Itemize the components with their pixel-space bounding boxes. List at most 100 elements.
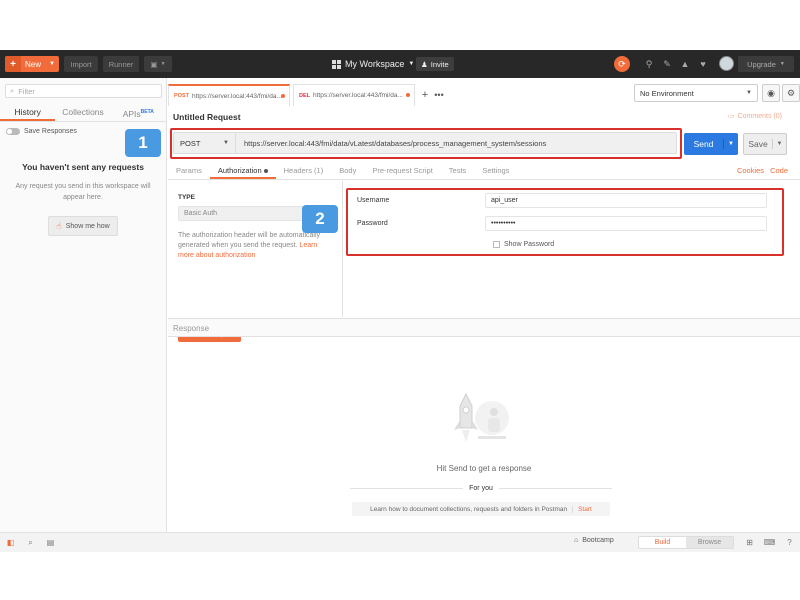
- status-bar: ◧ ⌕ ▤ ⌂ Bootcamp Build Browse ⊞ ⌨ ?: [0, 532, 800, 552]
- invite-button[interactable]: ♟ Invite: [416, 57, 454, 71]
- environment-select[interactable]: No Environment ▼: [634, 84, 758, 102]
- main-panel: POST https://server.local:443/fmi/da... …: [168, 78, 800, 532]
- more-tabs-icon[interactable]: •••: [432, 84, 446, 106]
- toggle-switch[interactable]: [6, 128, 20, 135]
- add-tab-icon[interactable]: +: [418, 84, 432, 106]
- show-me-how-button[interactable]: ☝ Show me how: [48, 216, 118, 236]
- top-header: + New ▼ Import Runner ▣ ▼ My Workspace ▼ …: [0, 50, 800, 78]
- user-plus-icon: ♟: [421, 59, 428, 69]
- tab-pre-request-script[interactable]: Pre-request Script: [364, 164, 440, 179]
- tab-apis[interactable]: APIsBETA: [111, 104, 166, 121]
- start-link[interactable]: Start: [572, 505, 592, 513]
- tab-history-label: History: [14, 107, 41, 117]
- tab-history[interactable]: History: [0, 104, 56, 121]
- keyboard-icon[interactable]: ⌨: [764, 537, 776, 548]
- workspace-switcher[interactable]: My Workspace ▼: [332, 57, 414, 71]
- search-icon: ⌕: [10, 86, 15, 95]
- tab-settings[interactable]: Settings: [474, 164, 517, 179]
- save-responses-toggle[interactable]: Save Responses: [6, 128, 77, 135]
- sidebar-tabs: History Collections APIsBETA: [0, 104, 166, 122]
- runner-button[interactable]: Runner: [103, 56, 139, 72]
- heart-icon[interactable]: ♥: [697, 57, 709, 71]
- hit-send-message: Hit Send to get a response: [436, 464, 532, 473]
- tab-params[interactable]: Params: [168, 164, 210, 179]
- new-window-button[interactable]: ▣ ▼: [144, 56, 172, 72]
- browse-mode-button[interactable]: Browse: [686, 537, 733, 548]
- tab-tests[interactable]: Tests: [441, 164, 475, 179]
- send-label: Send: [684, 139, 724, 149]
- comment-icon: ▭: [728, 113, 735, 120]
- chevron-down-icon: ▼: [160, 61, 166, 67]
- upgrade-label: Upgrade: [747, 59, 776, 69]
- chevron-down-icon[interactable]: ▼: [724, 141, 738, 147]
- chevron-down-icon[interactable]: ▼: [773, 141, 786, 147]
- upgrade-button[interactable]: Upgrade ▼: [738, 56, 794, 72]
- help-icon[interactable]: ?: [784, 537, 795, 548]
- tab-authorization-label: Authorization: [217, 166, 262, 175]
- build-mode-button[interactable]: Build: [639, 537, 686, 548]
- new-button[interactable]: + New ▼: [5, 56, 59, 72]
- new-button-label: New: [25, 59, 42, 69]
- tab-collections-label: Collections: [62, 107, 104, 117]
- bootcamp-button[interactable]: ⌂ Bootcamp: [574, 537, 614, 544]
- tab-method: POST: [174, 93, 189, 99]
- window-icon: ▣: [150, 59, 158, 69]
- tab-body-label: Body: [339, 166, 357, 175]
- auth-type-label: TYPE: [178, 194, 195, 201]
- beta-badge: BETA: [140, 109, 154, 115]
- tab-apis-label: APIs: [122, 108, 141, 119]
- chevron-down-icon[interactable]: ▼: [49, 61, 55, 67]
- request-subtabs: Params Authorization Headers (1) Body Pr…: [168, 164, 800, 180]
- for-you-divider: For you: [350, 482, 613, 494]
- tab-body[interactable]: Body: [331, 164, 364, 179]
- comments-button[interactable]: ▭ Comments (0): [728, 112, 782, 121]
- satellite-icon[interactable]: ⚲: [643, 57, 655, 71]
- save-button[interactable]: Save ▼: [743, 133, 787, 155]
- rocket-illustration-icon: [454, 392, 509, 442]
- invite-label: Invite: [430, 59, 449, 69]
- build-browse-switch: Build Browse: [638, 536, 734, 549]
- code-link[interactable]: Code: [770, 166, 788, 175]
- filter-input[interactable]: ⌕ Filter: [5, 84, 162, 98]
- avatar[interactable]: [719, 56, 734, 71]
- chevron-down-icon: ▼: [408, 61, 415, 67]
- import-button-label: Import: [70, 59, 92, 69]
- tab-authorization[interactable]: Authorization: [209, 164, 276, 179]
- request-tab-post[interactable]: POST https://server.local:443/fmi/da...: [168, 84, 290, 106]
- search-icon[interactable]: ⌕: [25, 537, 36, 548]
- show-me-how-label: Show me how: [65, 222, 110, 230]
- unsaved-dot-icon: [406, 93, 410, 97]
- sync-icon[interactable]: ⟳: [614, 56, 630, 72]
- tab-url: https://server.local:443/fmi/da...: [313, 92, 403, 99]
- empty-history-title: You haven't sent any requests: [22, 162, 144, 172]
- workspace-label: My Workspace: [345, 59, 405, 69]
- cookies-link[interactable]: Cookies: [737, 166, 764, 175]
- comments-label: Comments (0): [737, 112, 782, 120]
- send-button[interactable]: Send ▼: [684, 133, 738, 155]
- highlight-box-1: [170, 128, 682, 159]
- tab-url: https://server.local:443/fmi/da...: [191, 92, 282, 100]
- learn-card: Learn how to document collections, reque…: [352, 502, 610, 516]
- save-responses-label: Save Responses: [24, 128, 77, 135]
- wrench-icon[interactable]: ✎: [661, 57, 673, 71]
- tab-collections[interactable]: Collections: [55, 104, 110, 121]
- pointer-hand-icon: ☝: [56, 220, 62, 231]
- sub-links: Cookies Code: [737, 166, 788, 175]
- tab-settings-label: Settings: [482, 166, 510, 175]
- runner-button-label: Runner: [108, 59, 134, 69]
- console-icon[interactable]: ▤: [45, 537, 56, 548]
- tab-headers-label: Headers (1): [283, 166, 324, 175]
- sidebar-toggle-icon[interactable]: ◧: [5, 537, 16, 548]
- two-pane-icon[interactable]: ⊞: [744, 537, 755, 548]
- environment-value: No Environment: [640, 88, 694, 98]
- auth-type-panel: TYPE Basic Auth The authorization header…: [168, 181, 343, 317]
- eye-icon[interactable]: ◉: [762, 84, 780, 102]
- chevron-down-icon: ▼: [779, 61, 785, 67]
- import-button[interactable]: Import: [64, 56, 98, 72]
- tab-headers[interactable]: Headers (1): [276, 164, 332, 179]
- response-header: Response: [168, 318, 800, 337]
- tab-params-label: Params: [176, 166, 202, 175]
- bell-icon[interactable]: ▲: [679, 57, 691, 71]
- gear-icon[interactable]: ⚙: [782, 84, 800, 102]
- request-tab-del[interactable]: DEL https://server.local:443/fmi/da...: [293, 84, 415, 106]
